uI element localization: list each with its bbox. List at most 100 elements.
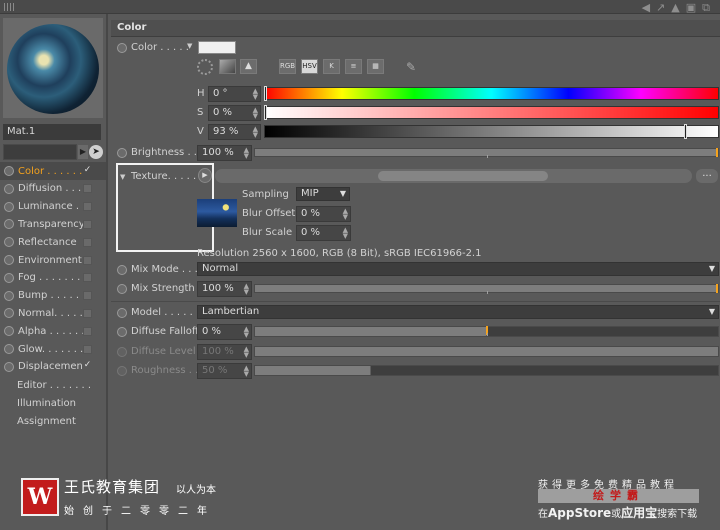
page-item[interactable]: Assignment [0, 412, 106, 430]
channel-row[interactable]: Fog . . . . . . . . . . [0, 269, 106, 287]
arrow-icon[interactable]: ↗ [656, 1, 671, 14]
texture-menu-button[interactable]: ▶ [198, 168, 212, 183]
mix-strength-animate-radio[interactable] [117, 284, 127, 294]
channel-checkbox[interactable] [83, 326, 92, 336]
diffuse-level-label: Diffuse Level [131, 346, 196, 357]
mix-strength-field[interactable]: 100 % ▲ ▼ [197, 281, 252, 297]
up-icon[interactable]: ▲ [671, 1, 685, 14]
channel-checkbox[interactable] [83, 184, 92, 194]
mix-mode-dropdown[interactable]: Normal ▼ [197, 262, 719, 276]
channel-radio[interactable] [4, 308, 14, 319]
channel-row[interactable]: Color . . . . . . . ✓ [0, 162, 106, 180]
color-mode-button[interactable]: RGB [279, 59, 296, 74]
s-field[interactable]: 0 % ▲ ▼ [208, 105, 261, 121]
texture-thumbnail[interactable] [197, 199, 237, 227]
channel-radio[interactable] [4, 361, 14, 372]
slider-tick [486, 155, 488, 158]
blur-offset-field[interactable]: 0 % ▲ ▼ [296, 206, 351, 222]
page-item[interactable]: Illumination [0, 394, 106, 412]
channel-checkbox[interactable] [83, 344, 92, 354]
channel-row[interactable]: Reflectance [0, 233, 106, 251]
channel-checkbox[interactable] [83, 219, 92, 229]
hue-marker[interactable] [264, 86, 267, 101]
channel-filter-dropdown[interactable] [3, 144, 77, 160]
model-dropdown[interactable]: Lambertian ▼ [197, 305, 719, 319]
blur-scale-field[interactable]: 0 % ▲ ▼ [296, 225, 351, 241]
channel-row[interactable]: Bump . . . . . . . . [0, 287, 106, 305]
channel-row[interactable]: Normal. . . . . . . [0, 304, 106, 322]
saturation-marker[interactable] [264, 105, 267, 120]
color-mode-button[interactable]: ▦ [367, 59, 384, 74]
channel-radio[interactable] [4, 326, 14, 337]
color-wheel-icon[interactable] [197, 59, 213, 75]
hue-slider[interactable] [264, 86, 719, 101]
diffuse-falloff-slider[interactable] [254, 326, 719, 337]
sampling-dropdown[interactable]: MIP ▼ [296, 187, 350, 201]
lock-icon[interactable]: ▣ [686, 1, 702, 14]
channel-radio[interactable] [4, 237, 14, 248]
slider-knob[interactable] [716, 148, 718, 157]
color-mode-button[interactable]: ≡ [345, 59, 362, 74]
channel-radio[interactable] [4, 290, 14, 301]
v-field[interactable]: 93 % ▲ ▼ [208, 124, 261, 140]
picture-icon[interactable]: ▲ [240, 59, 257, 74]
mix-mode-animate-radio[interactable] [117, 265, 127, 275]
channel-checkbox[interactable] [83, 237, 92, 247]
color-mode-button[interactable]: HSV [301, 59, 318, 74]
brightness-animate-radio[interactable] [117, 148, 127, 158]
brightness-field[interactable]: 100 % ▲ ▼ [197, 145, 252, 161]
channel-checkbox[interactable] [83, 273, 92, 283]
cursor-icon[interactable]: ➤ [89, 145, 103, 159]
value-slider[interactable] [264, 124, 719, 139]
channel-checkbox[interactable] [83, 291, 92, 301]
channel-radio[interactable] [4, 183, 14, 194]
channel-radio[interactable] [4, 344, 14, 354]
diffuse-falloff-label: Diffuse Falloff [131, 326, 199, 337]
channel-row[interactable]: Diffusion . . . . . [0, 180, 106, 198]
color-mode-button[interactable]: K [323, 59, 340, 74]
material-preview[interactable] [3, 18, 103, 118]
brightness-slider[interactable] [254, 148, 719, 158]
channel-row[interactable]: Transparency [0, 215, 106, 233]
channel-radio[interactable] [4, 255, 14, 265]
channel-row[interactable]: Environment [0, 251, 106, 269]
channel-label: Alpha . . . . . . . . [18, 325, 83, 337]
channel-radio[interactable] [4, 166, 14, 176]
material-name-field[interactable]: Mat.1 [3, 124, 101, 140]
channel-row[interactable]: Glow. . . . . . . . . [0, 340, 106, 358]
texture-browse-button[interactable]: ... [696, 169, 718, 183]
channel-checkbox[interactable]: ✓ [83, 165, 92, 176]
slider-knob[interactable] [716, 284, 718, 293]
page-item[interactable]: Editor . . . . . . . [0, 377, 106, 395]
channel-checkbox[interactable] [83, 202, 92, 212]
saturation-slider[interactable] [264, 105, 719, 120]
diffuse-falloff-animate-radio[interactable] [117, 327, 127, 337]
mix-strength-slider[interactable] [254, 284, 719, 294]
dropdown-arrow-icon[interactable]: ▶ [78, 145, 88, 159]
channel-radio[interactable] [4, 201, 14, 212]
channel-row[interactable]: Luminance . . . . [0, 198, 106, 216]
eyedropper-icon[interactable]: ✎ [406, 60, 416, 74]
diffuse-falloff-field[interactable]: 0 % ▲ ▼ [197, 324, 252, 340]
texture-expand-icon[interactable]: ▼ [120, 173, 125, 181]
model-label: Model . . . . . [131, 307, 193, 318]
play-back-icon[interactable]: ◀ [642, 1, 656, 14]
value-marker[interactable] [684, 124, 688, 139]
color-expand-icon[interactable]: ▼ [187, 42, 192, 50]
channel-radio[interactable] [4, 272, 14, 283]
channel-row[interactable]: Displacement ✓ [0, 358, 106, 376]
color-animate-radio[interactable] [117, 43, 127, 53]
h-label: H [197, 88, 205, 99]
model-animate-radio[interactable] [117, 308, 127, 318]
new-window-icon[interactable]: ⧉ [702, 1, 716, 14]
brand-tagline: 始创于二零零二年 [64, 506, 216, 517]
channel-checkbox[interactable] [83, 308, 92, 318]
spectrum-icon[interactable] [219, 59, 236, 74]
channel-radio[interactable] [4, 219, 14, 230]
grip-icon[interactable] [4, 3, 14, 11]
channel-checkbox[interactable]: ✓ [83, 361, 92, 371]
channel-row[interactable]: Alpha . . . . . . . . [0, 322, 106, 340]
h-field[interactable]: 0 ° ▲ ▼ [208, 86, 261, 102]
color-swatch[interactable] [198, 41, 236, 54]
channel-checkbox[interactable] [83, 255, 92, 265]
